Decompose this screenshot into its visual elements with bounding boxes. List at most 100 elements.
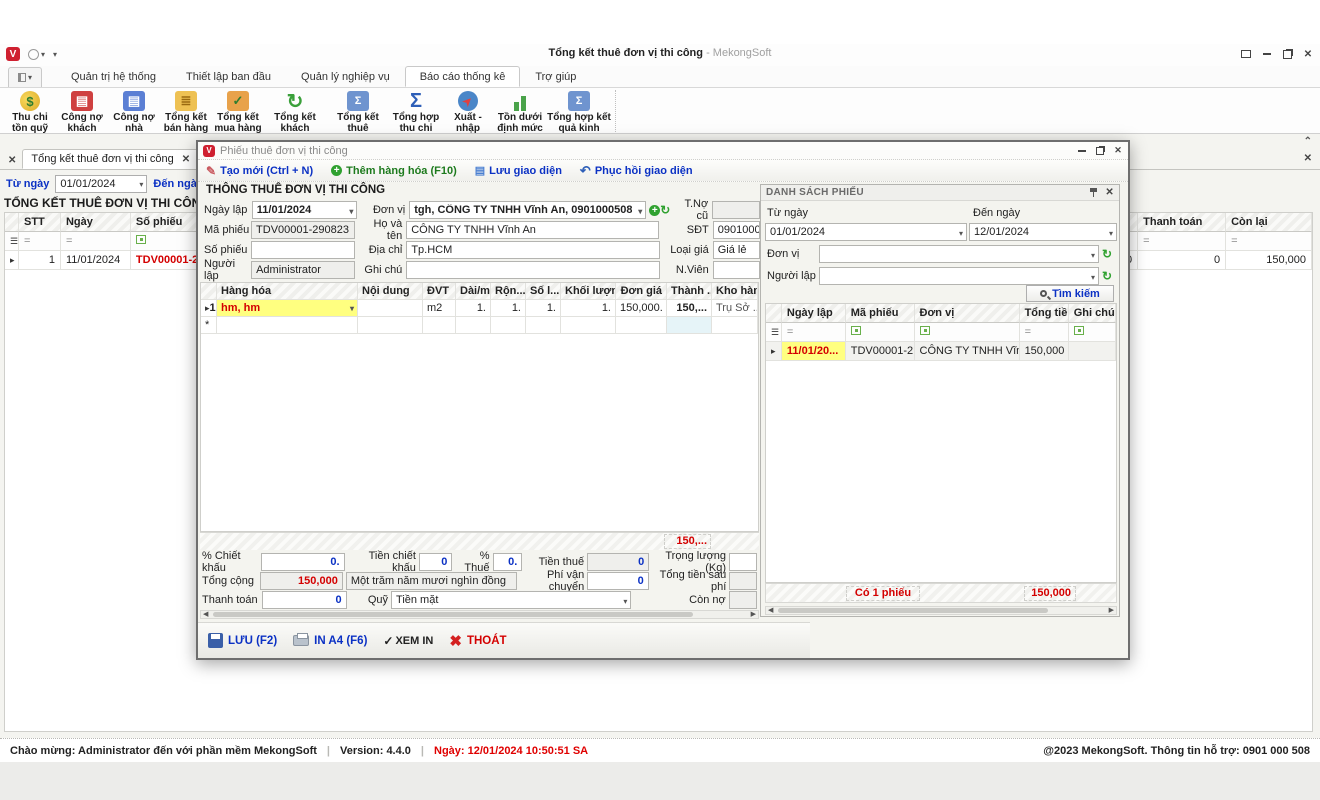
panel-row[interactable]: ▸ 11/01/20... TDV00001-2... CÔNG TY TNHH… xyxy=(766,342,1116,361)
trong-luong-field[interactable] xyxy=(729,553,757,571)
ribbon-button-tong-ket-mua-hang[interactable]: ✓ Tổng kếtmua hàng xyxy=(212,90,264,135)
pfilter-ngay-lap[interactable]: = xyxy=(782,323,846,342)
pcol-ma-phieu[interactable]: Mã phiếu xyxy=(846,304,915,323)
pfilter-don-vi[interactable] xyxy=(915,323,1020,342)
col-so-luong[interactable]: Số l... xyxy=(526,283,561,300)
don-vi-combo[interactable]: tgh, CÔNG TY TNHH Vĩnh An, 0901000508▾ xyxy=(409,201,646,219)
pcol-don-vi[interactable]: Đơn vị xyxy=(915,304,1020,323)
col-kho-hang[interactable]: Kho hàng xyxy=(712,283,758,300)
panel-header[interactable]: DANH SÁCH PHIẾU ✕ xyxy=(761,185,1119,201)
panel-don-vi-combo[interactable]: ▾ xyxy=(819,245,1099,263)
save-button[interactable]: LƯU (F2) xyxy=(208,633,277,648)
sdt-field[interactable]: 09010005 xyxy=(713,221,760,239)
col-noi-dung[interactable]: Nội dung xyxy=(358,283,423,300)
restore-layout-button[interactable]: ↶Phục hồi giao diện xyxy=(580,163,693,179)
pcol-ghi-chu[interactable]: Ghi chú xyxy=(1069,304,1116,323)
add-partner-icon[interactable]: + xyxy=(649,205,660,216)
minimize-button[interactable] xyxy=(1261,48,1273,60)
ribbon-button-ton-duoi-dinh-muc[interactable]: Tồn dướiđịnh mức xyxy=(494,90,546,135)
new-item-row[interactable]: * xyxy=(201,317,758,334)
document-tab-active[interactable]: Tổng kết thuê đơn vị thi công ✕ xyxy=(22,149,199,169)
search-button[interactable]: Tìm kiếm xyxy=(1026,285,1114,302)
panel-refresh-nguoi-lap-icon[interactable]: ↻ xyxy=(1102,269,1112,283)
filter-ngay[interactable]: = xyxy=(61,232,131,251)
col-con-lai[interactable]: Còn lại xyxy=(1226,213,1312,232)
dialog-maximize-button[interactable] xyxy=(1096,147,1104,155)
pfilter-ghi-chu[interactable] xyxy=(1069,323,1116,342)
tab-bao-cao-thong-ke[interactable]: Báo cáo thống kê xyxy=(405,66,521,87)
ribbon-button-thu-chi-ton-quy[interactable]: $ Thu chitồn quỹ xyxy=(4,90,56,135)
ribbon-button-tong-hop-thu-chi[interactable]: Σ Tổng hợpthu chi xyxy=(390,90,442,135)
filter-con-lai[interactable]: = xyxy=(1226,232,1312,251)
tab-tro-giup[interactable]: Trợ giúp xyxy=(520,66,591,87)
hang-hoa-cell[interactable]: hm, hm▾ xyxy=(217,300,358,317)
inventory-compass-icon: ➤ xyxy=(458,91,478,111)
new-button[interactable]: ✎Tạo mới (Ctrl + N) xyxy=(206,164,313,178)
n-vien-field[interactable] xyxy=(713,261,760,279)
col-hang-hoa[interactable]: Hàng hóa xyxy=(217,283,358,300)
pcol-ngay-lap[interactable]: Ngày lập xyxy=(782,304,846,323)
panel-close-icon[interactable]: ✕ xyxy=(1105,187,1114,198)
chiet-khau-field[interactable]: 0. xyxy=(261,553,345,571)
save-layout-button[interactable]: ▤Lưu giao diện xyxy=(475,164,562,177)
print-a4-button[interactable]: IN A4 (F6) xyxy=(293,635,367,647)
tab-close-icon[interactable]: ✕ xyxy=(182,154,190,165)
pcol-tong-tien[interactable]: Tổng tiền xyxy=(1020,304,1069,323)
col-rong[interactable]: Rộn... xyxy=(491,283,526,300)
pin-icon[interactable] xyxy=(1090,188,1097,197)
panel-hscrollbar[interactable]: ◀▶ xyxy=(765,606,1117,615)
tabstrip-close-left-icon[interactable]: ✕ xyxy=(8,155,16,166)
thanh-toan-field[interactable]: 0 xyxy=(262,591,347,609)
panel-from-date-combo[interactable]: 01/01/2024▾ xyxy=(765,223,967,241)
col-ngay[interactable]: Ngày xyxy=(61,213,131,232)
col-dvt[interactable]: ĐVT xyxy=(423,283,456,300)
fullscreen-button[interactable] xyxy=(1241,50,1251,58)
pfilter-tong-tien[interactable]: = xyxy=(1020,323,1069,342)
loai-gia-field[interactable]: Giá lẻ xyxy=(713,241,760,259)
col-thanh-toan[interactable]: Thanh toán xyxy=(1138,213,1226,232)
phi-vc-field[interactable]: 0 xyxy=(587,572,648,590)
ribbon-collapse-icon[interactable]: ⌃ xyxy=(1304,136,1312,147)
so-phieu-field[interactable] xyxy=(251,241,355,259)
col-dai[interactable]: Dài/m xyxy=(456,283,491,300)
ribbon-button-tong-ket-ban-hang[interactable]: ≣ Tổng kếtbán hàng xyxy=(160,90,212,135)
tab-quan-ly-nghiep-vu[interactable]: Quản lý nghiệp vụ xyxy=(286,66,405,87)
filter-stt[interactable]: = xyxy=(19,232,61,251)
col-don-gia[interactable]: Đơn giá xyxy=(616,283,667,300)
nguoi-lap-field: Administrator xyxy=(251,261,355,279)
panel-to-date-combo[interactable]: 12/01/2024▾ xyxy=(969,223,1117,241)
refresh-partner-icon[interactable]: ↻ xyxy=(660,203,670,217)
tien-ck-label: Tiền chiết khấu xyxy=(348,550,416,574)
item-row[interactable]: ▸1 hm, hm▾ m2 1. 1. 1. 1. 150,000. 150,.… xyxy=(201,300,758,317)
dialog-minimize-button[interactable] xyxy=(1077,146,1087,156)
ghi-chu-field[interactable] xyxy=(406,261,659,279)
quy-combo[interactable]: Tiền mặt▾ xyxy=(391,591,631,609)
filter-thanh-toan[interactable]: = xyxy=(1138,232,1226,251)
app-menu-button[interactable]: ▾ xyxy=(8,67,42,87)
col-thanh-tien[interactable]: Thành ... xyxy=(667,283,712,300)
panel-nguoi-lap-combo[interactable]: ▾ xyxy=(819,267,1099,285)
preview-checkbox[interactable]: ✓XEM IN xyxy=(383,634,433,648)
tabstrip-close-right-icon[interactable]: ✕ xyxy=(1304,153,1312,164)
ho-ten-field[interactable]: CÔNG TY TNHH Vĩnh An xyxy=(406,221,659,239)
ngay-lap-combo[interactable]: 11/01/2024▾ xyxy=(252,201,358,219)
exit-button[interactable]: ✖THOÁT xyxy=(449,632,506,650)
pfilter-ma-phieu[interactable] xyxy=(846,323,915,342)
restore-button[interactable] xyxy=(1283,50,1292,59)
add-item-button[interactable]: +Thêm hàng hóa (F10) xyxy=(331,165,457,177)
rental-summary-icon: Σ xyxy=(347,91,369,111)
dia-chi-field[interactable]: Tp.HCM xyxy=(406,241,659,259)
dialog-titlebar[interactable]: V Phiếu thuê đơn vị thi công ✕ xyxy=(198,142,1128,160)
panel-refresh-don-vi-icon[interactable]: ↻ xyxy=(1102,247,1112,261)
tab-thiet-lap-ban-dau[interactable]: Thiết lập ban đầu xyxy=(171,66,286,87)
dialog-close-button[interactable]: ✕ xyxy=(1113,146,1123,156)
tien-ck-field[interactable]: 0 xyxy=(419,553,452,571)
col-khoi-luong[interactable]: Khối lượng xyxy=(561,283,616,300)
thue-field[interactable]: 0. xyxy=(493,553,523,571)
close-button[interactable]: ✕ xyxy=(1302,48,1314,60)
from-date-combo[interactable]: 01/01/2024▾ xyxy=(55,175,147,193)
tab-quan-tri-he-thong[interactable]: Quản trị hệ thống xyxy=(56,66,171,87)
col-stt[interactable]: STT xyxy=(19,213,61,232)
dialog-hscrollbar[interactable]: ◀▶ xyxy=(200,610,759,619)
dia-chi-label: Địa chỉ xyxy=(355,244,406,256)
